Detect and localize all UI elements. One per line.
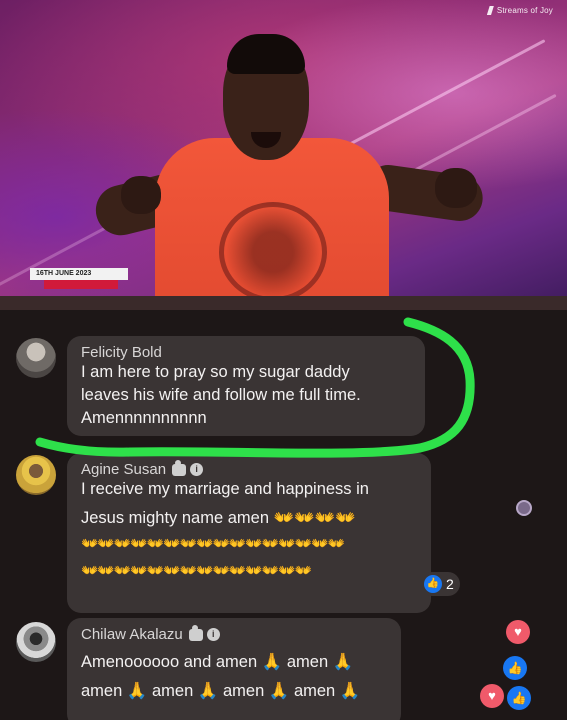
heart-icon: ♥ <box>506 620 530 644</box>
avatar[interactable] <box>16 622 56 662</box>
avatar[interactable] <box>16 338 56 378</box>
live-video[interactable]: Streams of Joy 16TH JUNE 2023 <box>0 0 567 310</box>
floating-reaction <box>516 500 532 516</box>
comment-text-line: amen 🙏 amen 🙏 amen 🙏 amen 🙏 <box>81 682 361 700</box>
emoji-line: 👐👐👐👐👐👐👐👐👐👐👐👐👐👐 <box>81 562 312 578</box>
thumbs-up-icon: 👍 <box>424 575 442 593</box>
comment-author[interactable]: Chilaw Akalazu <box>81 626 183 643</box>
comment-text-line: Jesus mighty name amen 👐👐👐👐 <box>81 509 356 527</box>
badge-icon: i <box>206 628 220 641</box>
comment-text-line: leaves his wife and follow me full time. <box>81 386 361 404</box>
badge-icon: i <box>190 463 204 476</box>
pulpit <box>0 296 567 310</box>
preacher-figure <box>90 30 486 310</box>
channel-watermark: Streams of Joy <box>486 6 553 15</box>
reaction-summary[interactable]: 👍 2 <box>420 572 460 596</box>
comment-author[interactable]: Agine Susan <box>81 461 166 478</box>
thumbs-up-icon: 👍 <box>503 656 527 680</box>
heart-icon: ♥ <box>480 684 504 708</box>
avatar[interactable] <box>16 455 56 495</box>
comment-bubble: Chilaw Akalazu i Amenoooooo and amen 🙏 a… <box>67 618 401 720</box>
emoji-line: 👐👐👐👐👐👐👐👐👐👐👐👐👐👐👐👐 <box>81 535 345 551</box>
comment-text-line: Amennnnnnnnnn <box>81 409 207 427</box>
comment-text-line: Amenoooooo and amen 🙏 amen 🙏 <box>81 653 354 671</box>
thumbs-up-icon: 👍 <box>507 686 531 710</box>
top-fan-badge-icon <box>188 624 203 641</box>
comment-text-line: I am here to pray so my sugar daddy <box>81 363 350 381</box>
comment-bubble: Agine Susan i I receive my marriage and … <box>67 453 431 613</box>
comment-text-line: I receive my marriage and happiness in <box>81 480 369 498</box>
comment-bubble: Felicity Bold I am here to pray so my su… <box>67 336 425 436</box>
date-lower-third: 16TH JUNE 2023 <box>30 268 128 290</box>
top-fan-badge-icon <box>172 459 187 476</box>
brand-logo-icon <box>486 6 494 15</box>
reaction-count: 2 <box>446 576 454 592</box>
comments-panel: Felicity Bold I am here to pray so my su… <box>0 310 567 720</box>
comment-author[interactable]: Felicity Bold <box>81 344 411 361</box>
